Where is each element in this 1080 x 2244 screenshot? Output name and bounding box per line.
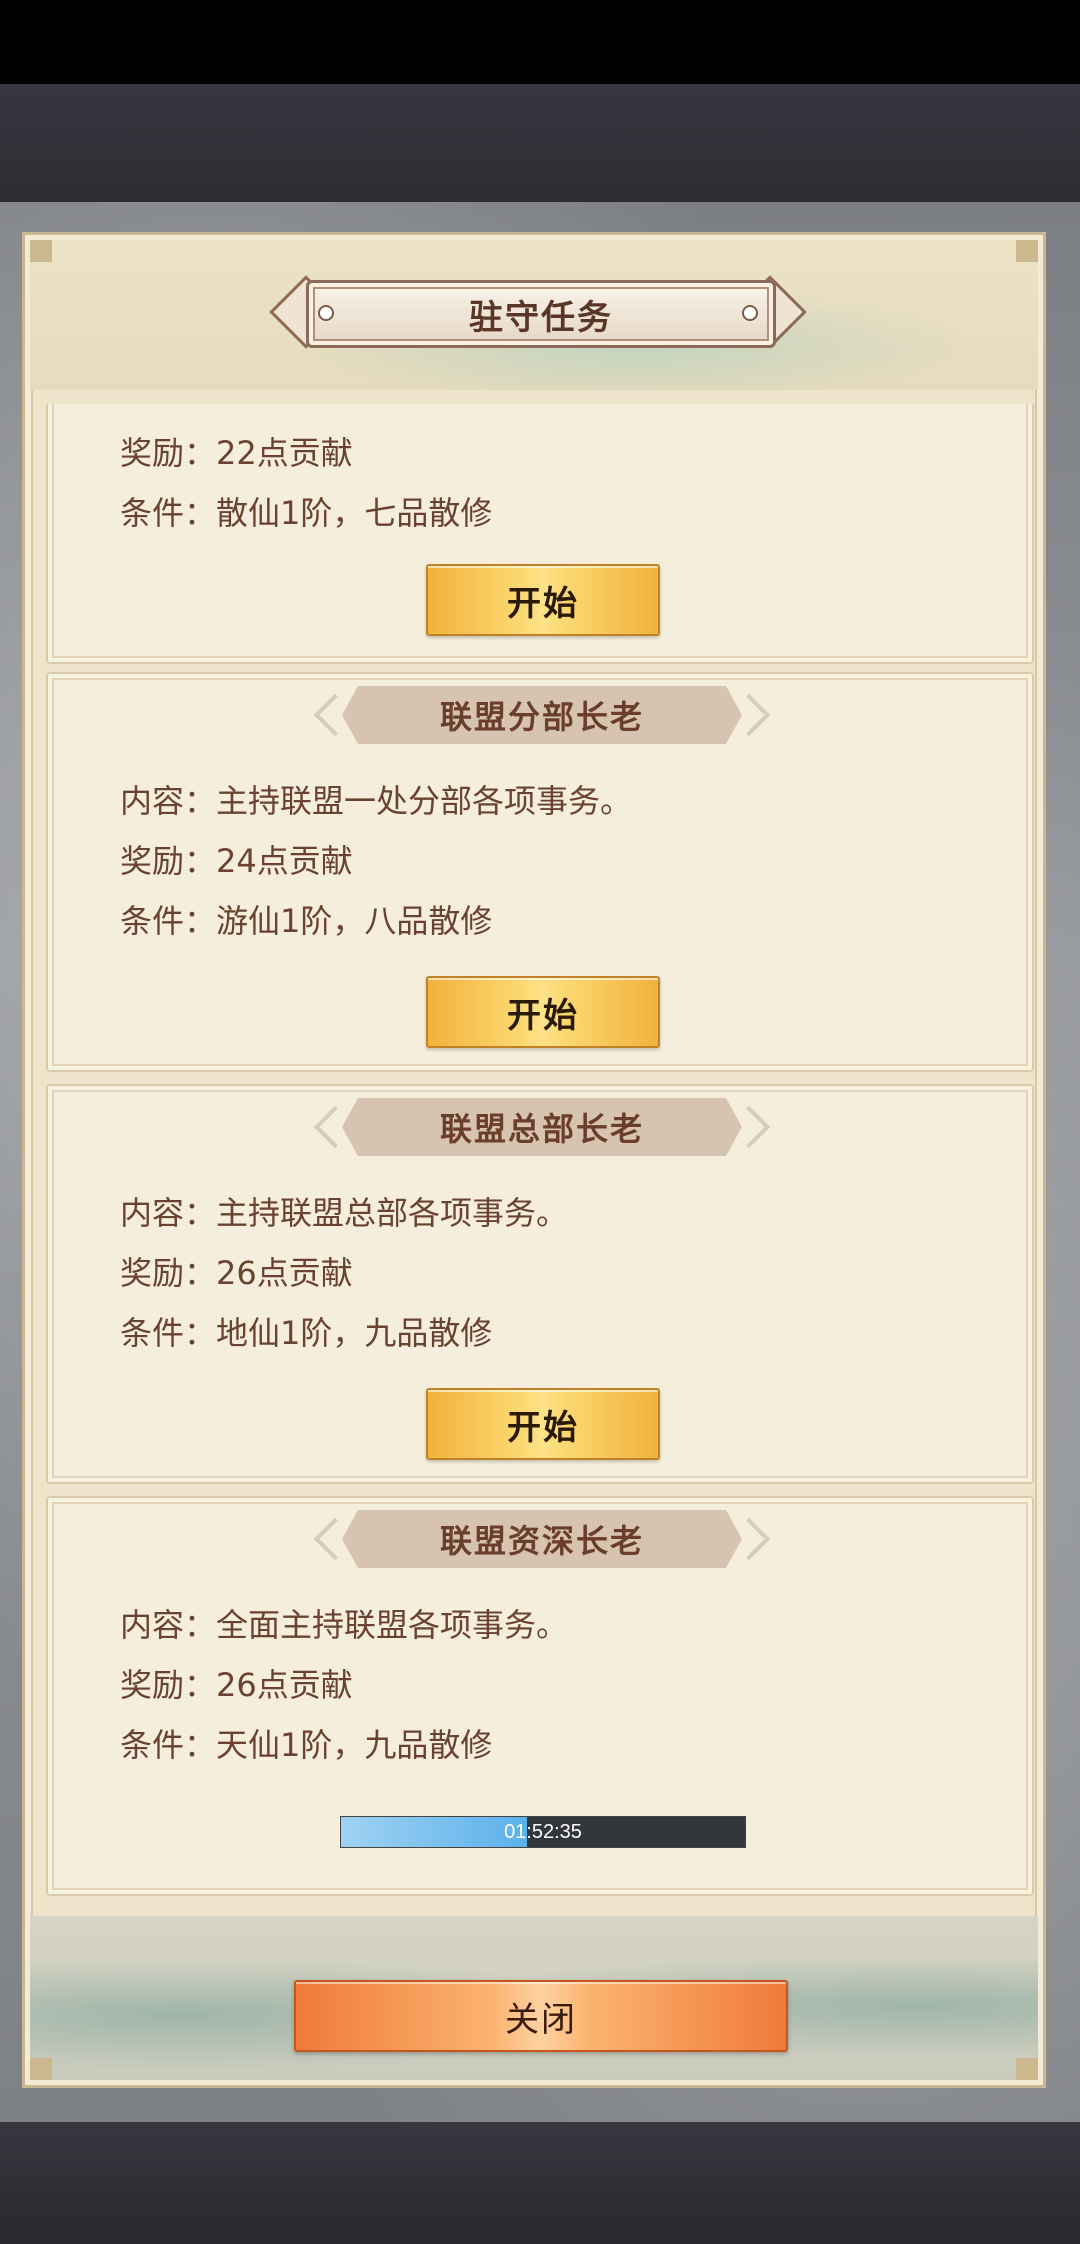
chevron-right-icon [727, 1105, 771, 1149]
start-button[interactable]: 开始 [426, 564, 660, 636]
plate-stud-left [318, 305, 334, 321]
task-card: 联盟资深长老 内容：全面主持联盟各项事务。 奖励：26点贡献 条件：天仙1阶，九… [46, 1496, 1034, 1896]
corner-ornament [1016, 2058, 1038, 2080]
status-bar [0, 0, 1080, 84]
timer-text: 01:52:35 [504, 1821, 582, 1843]
countdown-timer: 01:52:35 [340, 1816, 746, 1848]
title-band: 联盟分部长老 [342, 686, 742, 744]
task-content: 内容：主持联盟总部各项事务。 [120, 1194, 569, 1232]
task-card: 联盟分部长老 内容：主持联盟一处分部各项事务。 奖励：24点贡献 条件：游仙1阶… [46, 672, 1034, 1072]
task-title-banner: 联盟总部长老 [313, 1098, 771, 1158]
start-button[interactable]: 开始 [426, 976, 660, 1048]
corner-ornament [30, 240, 52, 262]
task-condition: 条件：天仙1阶，九品散修 [120, 1726, 493, 1764]
task-title-banner: 联盟分部长老 [313, 686, 771, 746]
task-content: 内容：全面主持联盟各项事务。 [120, 1606, 569, 1644]
bottom-backdrop [0, 2122, 1080, 2244]
task-condition: 条件：散仙1阶，七品散修 [120, 494, 493, 532]
task-list[interactable]: 奖励：22点贡献 条件：散仙1阶，七品散修 开始 联盟分部长老 内容：主持联盟一… [46, 404, 1034, 1910]
task-title: 联盟总部长老 [439, 1110, 644, 1148]
dialog-title: 驻守任务 [469, 297, 613, 338]
task-reward: 奖励：22点贡献 [120, 434, 353, 472]
chevron-right-icon [727, 693, 771, 737]
corner-ornament [30, 2058, 52, 2080]
task-card: 联盟总部长老 内容：主持联盟总部各项事务。 奖励：26点贡献 条件：地仙1阶，九… [46, 1084, 1034, 1484]
title-band: 联盟资深长老 [342, 1510, 742, 1568]
task-title: 联盟资深长老 [439, 1522, 644, 1560]
task-reward: 奖励：26点贡献 [120, 1666, 353, 1704]
task-condition: 条件：地仙1阶，九品散修 [120, 1314, 493, 1352]
close-button[interactable]: 关闭 [294, 1980, 788, 2052]
task-condition: 条件：游仙1阶，八品散修 [120, 902, 493, 940]
dialog-title-plate: 驻守任务 [268, 275, 808, 349]
start-button[interactable]: 开始 [426, 1388, 660, 1460]
top-backdrop [0, 84, 1080, 202]
task-reward: 奖励：26点贡献 [120, 1254, 353, 1292]
chevron-right-icon [727, 1517, 771, 1561]
corner-ornament [1016, 240, 1038, 262]
task-content: 内容：主持联盟一处分部各项事务。 [120, 782, 633, 820]
task-title-banner: 联盟资深长老 [313, 1510, 771, 1570]
task-card: 奖励：22点贡献 条件：散仙1阶，七品散修 开始 [46, 404, 1034, 664]
task-title: 联盟分部长老 [439, 698, 644, 736]
title-band: 联盟总部长老 [342, 1098, 742, 1156]
plate-stud-right [742, 305, 758, 321]
task-reward: 奖励：24点贡献 [120, 842, 353, 880]
title-plate-body: 驻守任务 [306, 280, 776, 348]
